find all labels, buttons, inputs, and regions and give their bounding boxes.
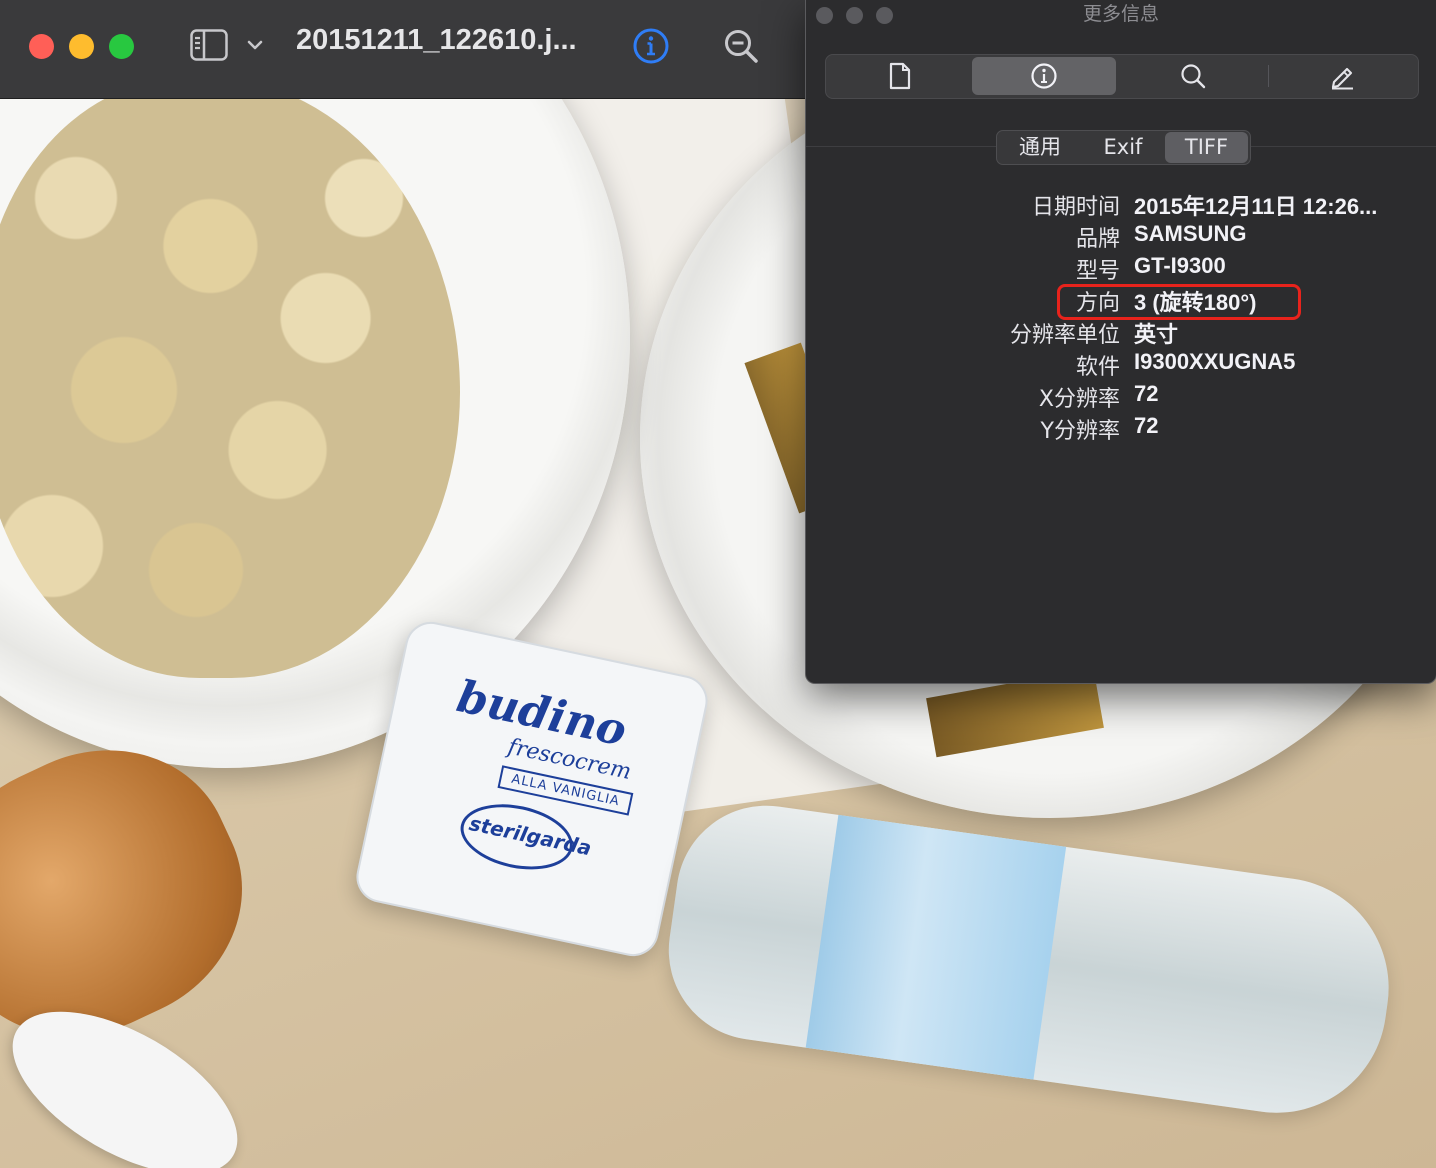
inspector-toolbar xyxy=(825,54,1419,99)
metadata-row-x-resolution: X分辨率 72 xyxy=(806,381,1436,413)
chevron-down-icon[interactable] xyxy=(246,36,264,54)
tab-general[interactable]: 通用 xyxy=(1001,131,1079,164)
metadata-value: 英寸 xyxy=(1134,322,1179,347)
tab-annotations[interactable] xyxy=(1270,57,1414,95)
metadata-key: 软件 xyxy=(1075,355,1120,380)
metadata-value: I9300XXUGNA5 xyxy=(1134,349,1296,374)
panel-title: 更多信息 xyxy=(1082,3,1159,25)
metadata-row-resolution-unit: 分辨率单位 英寸 xyxy=(806,317,1436,349)
bottle-label xyxy=(805,814,1067,1080)
metadata-row-datetime: 日期时间 2015年12月11日 12:26... xyxy=(806,189,1436,221)
pudding-cup: budino frescocrem ALLA VANIGLIA sterilga… xyxy=(351,617,713,961)
metadata-value: SAMSUNG xyxy=(1134,221,1247,246)
metadata-key: 型号 xyxy=(1075,259,1120,284)
metadata-tabs: 通用 Exif TIFF xyxy=(996,130,1251,165)
close-window-button[interactable] xyxy=(29,34,54,59)
tab-exif[interactable]: Exif xyxy=(1083,131,1163,164)
metadata-value: 72 xyxy=(1134,413,1159,438)
zoom-out-icon[interactable] xyxy=(722,27,760,65)
metadata-key: Y分辨率 xyxy=(1040,419,1120,444)
orientation-highlight-box xyxy=(1057,284,1301,320)
metadata-value: 2015年12月11日 12:26... xyxy=(1134,194,1378,219)
water-bottle xyxy=(657,794,1403,1127)
tab-general-info[interactable] xyxy=(828,57,972,95)
metadata-key: 品牌 xyxy=(1075,227,1120,252)
info-icon xyxy=(1031,63,1057,89)
fullscreen-window-button[interactable] xyxy=(109,34,134,59)
pasta-shells xyxy=(0,98,460,678)
metadata-key: X分辨率 xyxy=(1038,387,1120,412)
minimize-window-button[interactable] xyxy=(69,34,94,59)
tab-more-info[interactable] xyxy=(972,57,1116,95)
info-icon[interactable] xyxy=(632,27,670,65)
metadata-row-y-resolution: Y分辨率 72 xyxy=(806,413,1436,445)
metadata-key: 日期时间 xyxy=(1031,195,1120,220)
metadata-row-make: 品牌 SAMSUNG xyxy=(806,221,1436,253)
metadata-row-model: 型号 GT-I9300 xyxy=(806,253,1436,285)
metadata-value: 72 xyxy=(1134,381,1159,406)
pencil-icon xyxy=(1331,67,1353,90)
toolbar-divider xyxy=(1268,65,1269,87)
document-title: 20151211_122610.j... xyxy=(296,24,577,56)
tab-search[interactable] xyxy=(1121,57,1265,95)
metadata-key: 分辨率单位 xyxy=(1009,323,1120,348)
sidebar-toggle-icon[interactable] xyxy=(190,29,228,61)
metadata-row-software: 软件 I9300XXUGNA5 xyxy=(806,349,1436,381)
document-icon xyxy=(889,62,911,90)
search-icon xyxy=(1181,64,1206,89)
metadata-value: GT-I9300 xyxy=(1134,253,1226,278)
tab-tiff[interactable]: TIFF xyxy=(1165,132,1248,163)
